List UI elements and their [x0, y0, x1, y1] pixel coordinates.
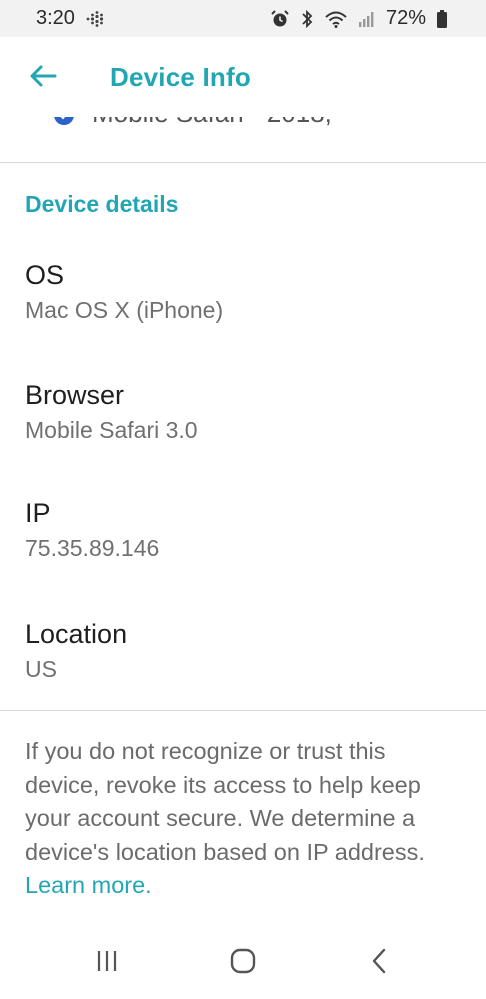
home-icon	[230, 948, 256, 974]
detail-value: US	[25, 656, 57, 682]
detail-label: Location	[25, 619, 128, 649]
section-title-device-details: Device details	[25, 191, 179, 217]
system-nav-bar	[0, 921, 486, 999]
arrow-left-icon	[30, 65, 57, 87]
back-button[interactable]	[26, 59, 60, 93]
recents-icon	[97, 951, 117, 971]
status-bar-left: 3:20	[36, 7, 105, 30]
alarm-icon	[270, 9, 290, 29]
status-time: 3:20	[36, 7, 75, 29]
security-info-text: If you do not recognize or trust this de…	[25, 735, 465, 903]
detail-label: Browser	[25, 380, 125, 410]
divider	[0, 162, 486, 163]
signal-icon	[358, 10, 376, 28]
status-bar: 3:20 72%	[0, 0, 486, 37]
detail-label: IP	[25, 498, 51, 528]
back-chevron-icon	[372, 948, 386, 974]
home-button[interactable]	[218, 941, 268, 981]
detail-location: Location US	[25, 618, 127, 684]
page-title: Device Info	[110, 62, 251, 92]
detail-browser: Browser Mobile Safari 3.0	[25, 379, 198, 445]
nav-back-button[interactable]	[354, 941, 404, 981]
bluetooth-icon	[300, 9, 314, 29]
divider	[0, 710, 486, 711]
detail-value: Mobile Safari 3.0	[25, 417, 198, 443]
detail-label: OS	[25, 260, 65, 290]
fitbit-dots-icon	[85, 10, 105, 27]
app-bar: Device Info	[0, 37, 486, 117]
wifi-icon	[324, 9, 348, 29]
battery-percentage: 72%	[385, 7, 426, 29]
detail-value: 75.35.89.146	[25, 535, 160, 561]
recents-button[interactable]	[82, 941, 132, 981]
detail-os: OS Mac OS X (iPhone)	[25, 259, 223, 325]
info-body: If you do not recognize or trust this de…	[25, 738, 425, 865]
status-bar-right: 72%	[270, 7, 448, 30]
battery-icon	[436, 9, 448, 29]
learn-more-link[interactable]: Learn more.	[25, 872, 152, 898]
detail-value: Mac OS X (iPhone)	[25, 297, 224, 323]
detail-ip: IP 75.35.89.146	[25, 497, 159, 563]
